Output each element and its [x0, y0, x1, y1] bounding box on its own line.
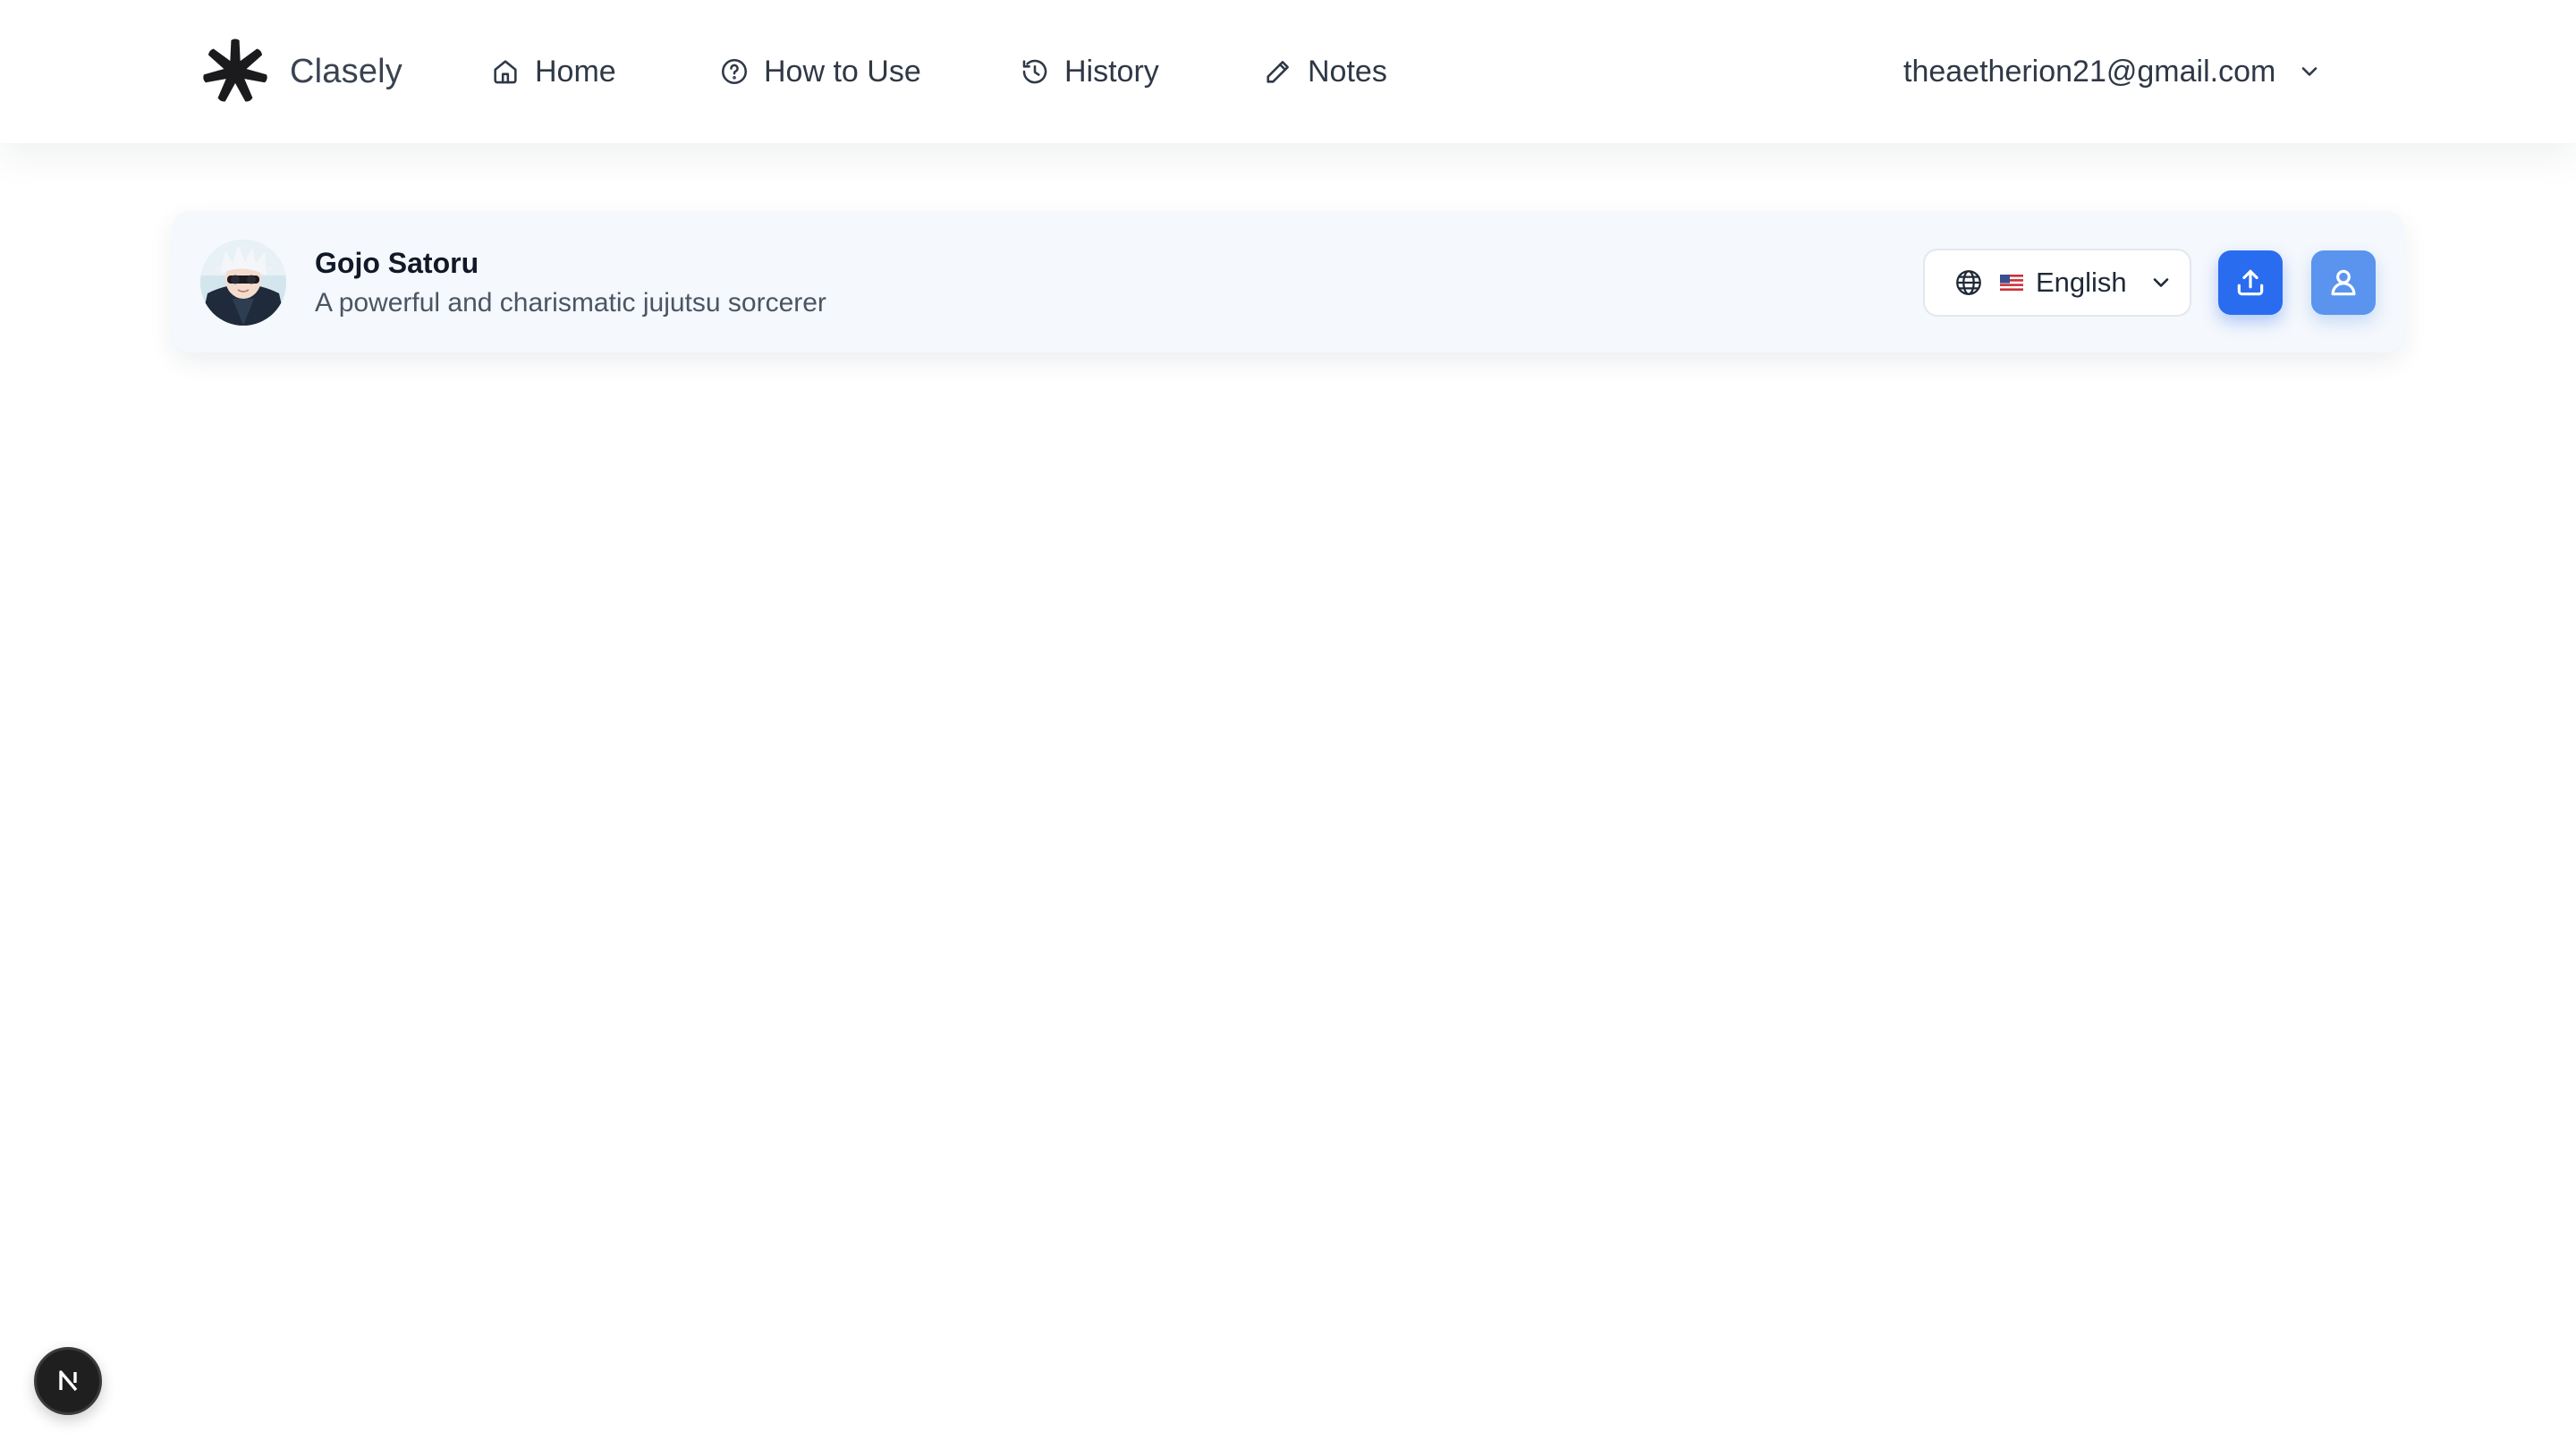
brand-home-link[interactable]: Clasely [199, 36, 402, 107]
character-header-card: Gojo Satoru A powerful and charismatic j… [172, 211, 2404, 352]
nextjs-logo-icon [59, 1370, 78, 1392]
character-avatar [200, 240, 286, 326]
language-selected-label: English [2036, 267, 2127, 298]
brand-name: Clasely [290, 52, 402, 90]
history-icon [1022, 59, 1047, 84]
language-selector[interactable]: English [1923, 249, 2191, 317]
us-flag-icon [2000, 275, 2023, 291]
nav-history[interactable]: History [1020, 36, 1159, 107]
character-description: A powerful and charismatic jujutsu sorce… [315, 288, 826, 318]
nav-home-label: Home [535, 54, 616, 89]
character-name: Gojo Satoru [315, 247, 479, 279]
nav-home[interactable]: Home [490, 36, 616, 107]
nav-how-to-use-label: How to Use [764, 54, 921, 89]
pencil-icon [1267, 61, 1289, 83]
nav-history-label: History [1064, 54, 1159, 89]
nav-notes[interactable]: Notes [1263, 36, 1387, 107]
top-navigation-bar: Clasely Home How to Use History Notes th… [0, 0, 2576, 143]
upload-button[interactable] [2218, 250, 2283, 315]
asterisk-logo-icon [203, 38, 267, 102]
account-email: theaetherion21@gmail.com [1903, 54, 2276, 89]
nav-notes-label: Notes [1308, 54, 1387, 89]
account-menu[interactable]: theaetherion21@gmail.com [1903, 36, 2322, 107]
upload-icon [2237, 269, 2264, 296]
nextjs-dev-badge[interactable] [34, 1347, 102, 1415]
nav-how-to-use[interactable]: How to Use [719, 36, 921, 107]
globe-icon [1956, 270, 1981, 295]
home-icon [494, 60, 517, 84]
help-circle-icon [721, 58, 748, 85]
chevron-down-icon [2153, 278, 2168, 287]
chevron-down-icon [2302, 67, 2318, 76]
character-profile-button[interactable] [2311, 250, 2376, 315]
user-icon [2331, 269, 2356, 296]
